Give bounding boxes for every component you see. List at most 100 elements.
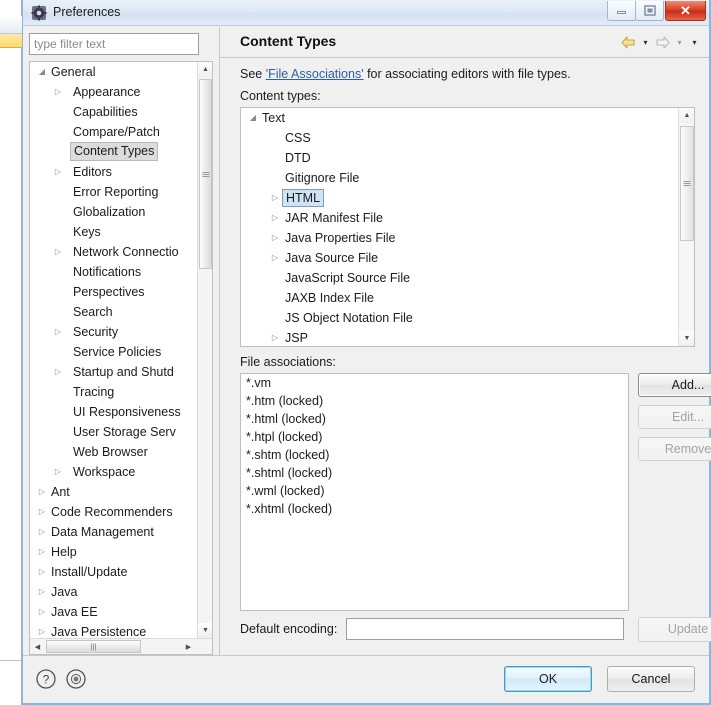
content-type-row[interactable]: Gitignore File — [241, 168, 678, 188]
content-type-row[interactable]: CSS — [241, 128, 678, 148]
expand-triangle-icon[interactable]: ▷ — [52, 162, 64, 182]
sidebar-item-service-policies[interactable]: Service Policies — [30, 342, 197, 362]
sidebar-item-network-connectio[interactable]: ▷ Network Connectio — [30, 242, 197, 262]
hscrollbar-thumb[interactable] — [46, 640, 141, 653]
content-type-row[interactable]: JavaScript Source File — [241, 268, 678, 288]
sidebar-item-user-storage-serv[interactable]: User Storage Serv — [30, 422, 197, 442]
content-types-tree[interactable]: ◢ Text CSS DTD Gitignore File ▷ HTML ▷ JAR Manif… — [240, 107, 695, 347]
file-association-item[interactable]: *.xhtml (locked) — [241, 500, 628, 518]
scroll-up-icon[interactable]: ▲ — [198, 62, 212, 77]
back-arrow-icon[interactable] — [620, 35, 637, 50]
expand-triangle-icon[interactable]: ▷ — [36, 562, 48, 582]
sidebar-item-appearance[interactable]: ▷ Appearance — [30, 82, 197, 102]
expand-triangle-icon[interactable]: ▷ — [52, 242, 64, 262]
add-button[interactable]: Add... — [638, 373, 711, 397]
content-type-row[interactable]: ▷ HTML — [241, 188, 678, 208]
sidebar-item-tracing[interactable]: Tracing — [30, 382, 197, 402]
content-type-row[interactable]: ◢ Text — [241, 108, 678, 128]
content-types-vscrollbar[interactable]: ▲ ▼ — [678, 108, 694, 346]
sidebar-item-java[interactable]: ▷ Java — [30, 582, 197, 602]
scroll-down-icon[interactable]: ▼ — [679, 331, 694, 346]
expand-triangle-icon[interactable]: ▷ — [36, 582, 48, 602]
sidebar-item-error-reporting[interactable]: Error Reporting — [30, 182, 197, 202]
sidebar-item-perspectives[interactable]: Perspectives — [30, 282, 197, 302]
expand-triangle-icon[interactable]: ▷ — [52, 362, 64, 382]
ok-button[interactable]: OK — [504, 666, 592, 692]
sidebar-item-help[interactable]: ▷ Help — [30, 542, 197, 562]
sidebar-item-capabilities[interactable]: Capabilities — [30, 102, 197, 122]
collapse-triangle-icon[interactable]: ◢ — [36, 62, 48, 82]
file-associations-link[interactable]: 'File Associations' — [266, 67, 364, 81]
page-menu-chevron-down-icon[interactable]: ▾ — [688, 35, 701, 50]
sidebar-item-code-recommenders[interactable]: ▷ Code Recommenders — [30, 502, 197, 522]
sidebar-item-install-update[interactable]: ▷ Install/Update — [30, 562, 197, 582]
cancel-button[interactable]: Cancel — [607, 666, 695, 692]
expand-triangle-icon[interactable]: ▷ — [36, 502, 48, 522]
sidebar-item-web-browser[interactable]: Web Browser — [30, 442, 197, 462]
preferences-tree-vscrollbar[interactable]: ▲ ▼ — [197, 62, 212, 638]
file-association-item[interactable]: *.shtm (locked) — [241, 446, 628, 464]
sidebar-item-globalization[interactable]: Globalization — [30, 202, 197, 222]
back-dropdown-chevron-down-icon[interactable]: ▾ — [639, 35, 652, 50]
vscrollbar-thumb[interactable] — [199, 79, 212, 269]
sidebar-item-workspace[interactable]: ▷ Workspace — [30, 462, 197, 482]
filter-input[interactable] — [29, 33, 199, 55]
question-mark-icon[interactable]: ? — [35, 668, 57, 690]
preferences-tree-hscrollbar[interactable]: ◀ ▶ — [30, 638, 212, 654]
sidebar-item-editors[interactable]: ▷ Editors — [30, 162, 197, 182]
sidebar-item-search[interactable]: Search — [30, 302, 197, 322]
sidebar-item-keys[interactable]: Keys — [30, 222, 197, 242]
content-type-row[interactable]: ▷ JAR Manifest File — [241, 208, 678, 228]
sidebar-item-ant[interactable]: ▷ Ant — [30, 482, 197, 502]
file-association-item[interactable]: *.html (locked) — [241, 410, 628, 428]
expand-triangle-icon[interactable]: ▷ — [36, 602, 48, 622]
close-button[interactable]: ✕ — [665, 1, 706, 21]
scroll-right-icon[interactable]: ▶ — [181, 639, 196, 654]
file-association-item[interactable]: *.shtml (locked) — [241, 464, 628, 482]
sidebar-item-data-management[interactable]: ▷ Data Management — [30, 522, 197, 542]
expand-triangle-icon[interactable]: ▷ — [36, 542, 48, 562]
expand-triangle-icon[interactable]: ▷ — [36, 622, 48, 638]
maximize-button[interactable] — [635, 1, 664, 21]
file-association-item[interactable]: *.htm (locked) — [241, 392, 628, 410]
sidebar-item-general[interactable]: ◢ General — [30, 62, 197, 82]
sidebar-item-java-ee[interactable]: ▷ Java EE — [30, 602, 197, 622]
file-association-item[interactable]: *.wml (locked) — [241, 482, 628, 500]
sidebar-item-java-persistence[interactable]: ▷ Java Persistence — [30, 622, 197, 638]
expand-triangle-icon[interactable]: ▷ — [36, 482, 48, 502]
collapse-triangle-icon[interactable]: ◢ — [247, 108, 259, 128]
sidebar-item-notifications[interactable]: Notifications — [30, 262, 197, 282]
expand-triangle-icon[interactable]: ▷ — [269, 188, 281, 208]
scroll-up-icon[interactable]: ▲ — [679, 108, 694, 123]
sidebar-item-content-types[interactable]: Content Types — [30, 142, 197, 162]
file-association-item[interactable]: *.htpl (locked) — [241, 428, 628, 446]
expand-triangle-icon[interactable]: ▷ — [52, 462, 64, 482]
file-associations-list[interactable]: *.vm *.htm (locked) *.html (locked) *.htpl … — [240, 373, 629, 611]
expand-triangle-icon[interactable]: ▷ — [269, 228, 281, 248]
background-divider — [0, 660, 22, 661]
content-type-row[interactable]: JS Object Notation File — [241, 308, 678, 328]
default-encoding-input[interactable] — [346, 618, 624, 640]
sidebar-item-ui-responsiveness[interactable]: UI Responsiveness — [30, 402, 197, 422]
sidebar-item-compare-patch[interactable]: Compare/Patch — [30, 122, 197, 142]
vscrollbar-thumb[interactable] — [680, 126, 694, 241]
content-type-row[interactable]: ▷ JSP — [241, 328, 678, 346]
expand-triangle-icon[interactable]: ▷ — [52, 82, 64, 102]
preferences-tree[interactable]: ◢ General ▷ Appearance Capabilities Compare/P… — [29, 61, 213, 655]
expand-triangle-icon[interactable]: ▷ — [269, 248, 281, 268]
expand-triangle-icon[interactable]: ▷ — [36, 522, 48, 542]
content-type-row[interactable]: JAXB Index File — [241, 288, 678, 308]
sidebar-item-security[interactable]: ▷ Security — [30, 322, 197, 342]
expand-triangle-icon[interactable]: ▷ — [269, 208, 281, 228]
apply-defaults-icon[interactable] — [65, 668, 87, 690]
sidebar-item-startup-and-shutd[interactable]: ▷ Startup and Shutd — [30, 362, 197, 382]
scroll-left-icon[interactable]: ◀ — [30, 639, 45, 654]
content-type-row[interactable]: DTD — [241, 148, 678, 168]
expand-triangle-icon[interactable]: ▷ — [269, 328, 281, 346]
minimize-button[interactable] — [607, 1, 636, 21]
expand-triangle-icon[interactable]: ▷ — [52, 322, 64, 342]
scroll-down-icon[interactable]: ▼ — [198, 623, 212, 638]
content-type-row[interactable]: ▷ Java Source File — [241, 248, 678, 268]
file-association-item[interactable]: *.vm — [241, 374, 628, 392]
content-type-row[interactable]: ▷ Java Properties File — [241, 228, 678, 248]
